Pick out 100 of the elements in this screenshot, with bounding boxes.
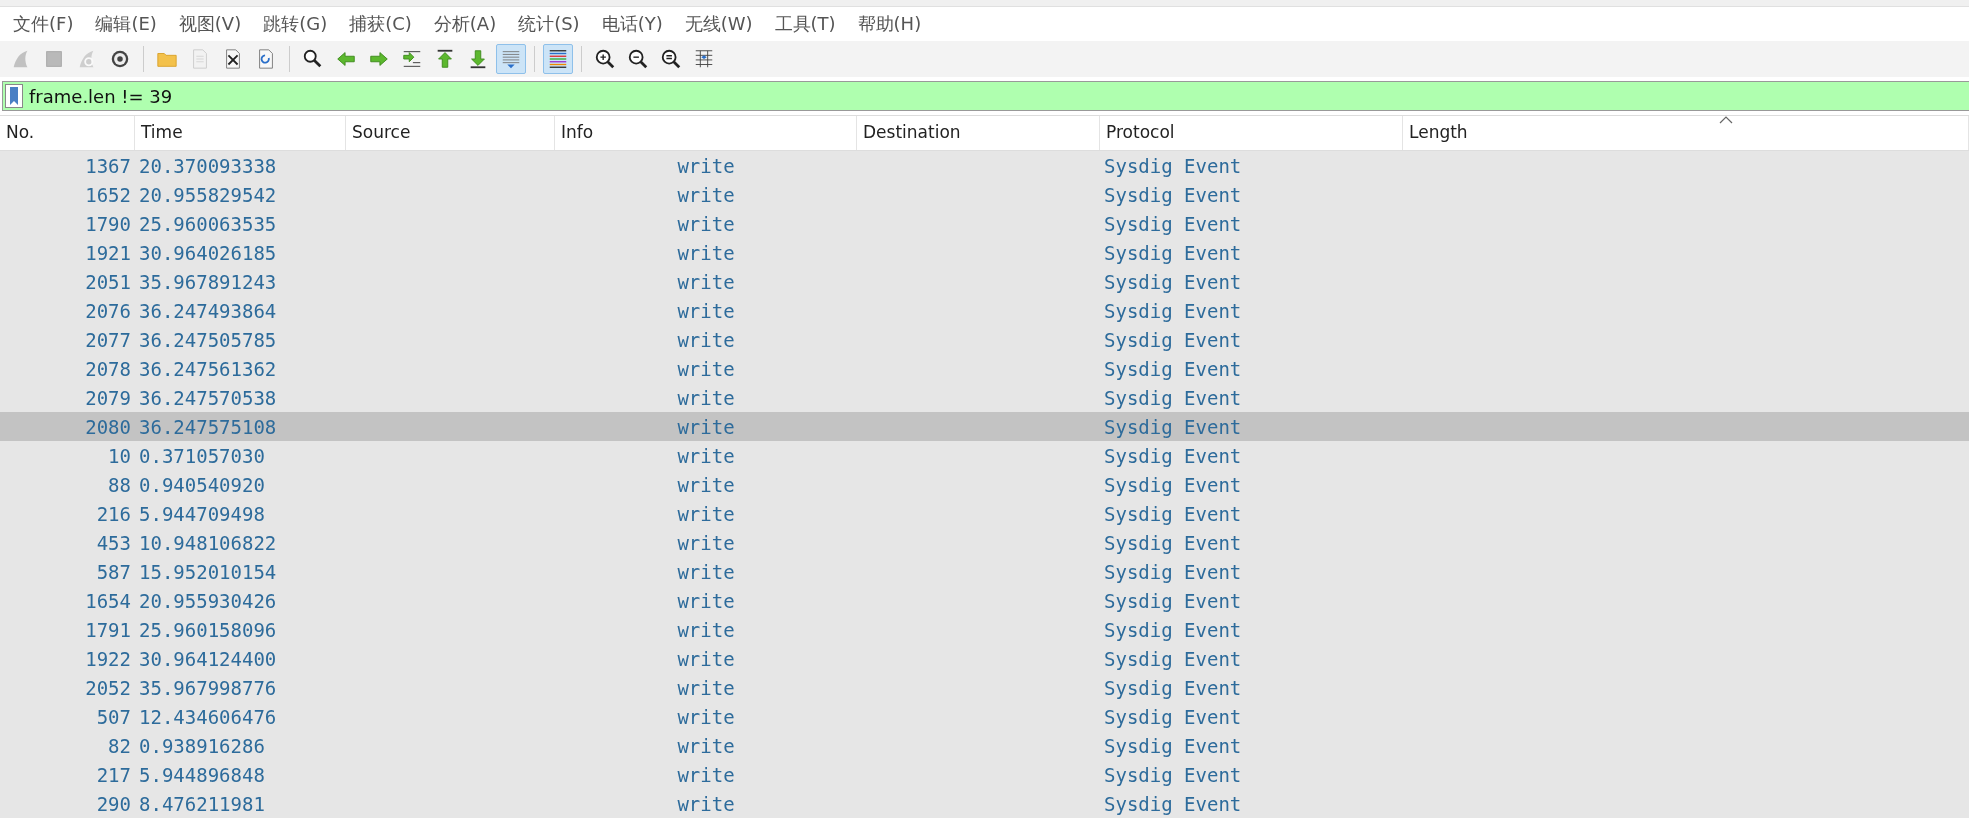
display-filter-field[interactable]: frame.len != 39 [2, 81, 1969, 111]
packet-row[interactable]: 2051 35.967891243 write Sysdig Event [0, 267, 1969, 296]
table-cell-text: write [676, 241, 736, 264]
packet-row[interactable]: 453 10.948106822 write Sysdig Event [0, 528, 1969, 557]
table-cell-text: write [676, 502, 736, 525]
table-cell-text: Sysdig Event [1103, 154, 1243, 177]
table-cell-text: Sysdig Event [1103, 589, 1243, 612]
table-cell-text: 2079 [84, 386, 132, 409]
table-cell-text: 10.948106822 [138, 531, 278, 554]
packet-row[interactable]: 1921 30.964026185 write Sysdig Event [0, 238, 1969, 267]
menu-item[interactable]: 跳转(G) [256, 12, 335, 36]
menu-item[interactable]: 编辑(E) [88, 12, 164, 36]
table-cell-text: write [676, 328, 736, 351]
colored-lines-icon[interactable] [543, 44, 573, 74]
packet-row[interactable]: 2076 36.247493864 write Sysdig Event [0, 296, 1969, 325]
lines-icon[interactable] [496, 44, 526, 74]
table-cell-text: write [676, 647, 736, 670]
table-cell-text: write [676, 705, 736, 728]
packet-row[interactable]: 2052 35.967998776 write Sysdig Event [0, 673, 1969, 702]
table-cell-text: write [676, 386, 736, 409]
table-cell-text: 2078 [84, 357, 132, 380]
table-cell-text: write [676, 357, 736, 380]
menu-item[interactable]: 帮助(H) [850, 12, 929, 36]
table-cell-text: 1790 [84, 212, 132, 235]
column-header[interactable]: Info [555, 116, 857, 150]
menu-item[interactable]: 统计(S) [511, 12, 587, 36]
table-cell-text: 30.964124400 [138, 647, 278, 670]
menu-item[interactable]: 捕获(C) [342, 12, 419, 36]
table-cell-text: Sysdig Event [1103, 270, 1243, 293]
packet-row[interactable]: 2077 36.247505785 write Sysdig Event [0, 325, 1969, 354]
table-cell-text: 0.938916286 [138, 734, 266, 757]
table-cell-text: Sysdig Event [1103, 183, 1243, 206]
packet-row[interactable]: 2080 36.247575108 write Sysdig Event [0, 412, 1969, 441]
table-cell-text: write [676, 473, 736, 496]
column-header[interactable]: No. [0, 116, 135, 150]
packet-row[interactable]: 290 8.476211981 write Sysdig Event [0, 789, 1969, 818]
menu-item[interactable]: 工具(T) [767, 12, 843, 36]
packet-row[interactable]: 1790 25.960063535 write Sysdig Event [0, 209, 1969, 238]
table-cell-text: Sysdig Event [1103, 531, 1243, 554]
table-cell-text: write [676, 618, 736, 641]
packet-row[interactable]: 1367 20.370093338 write Sysdig Event [0, 151, 1969, 180]
table-cell-text: 36.247493864 [138, 299, 278, 322]
table-cell-text: 20.370093338 [138, 154, 278, 177]
table-cell-text: 5.944896848 [138, 763, 266, 786]
table-cell-text: Sysdig Event [1103, 647, 1243, 670]
column-header[interactable]: Length [1403, 116, 1969, 150]
table-cell-text: write [676, 299, 736, 322]
table-cell-text: write [676, 154, 736, 177]
table-cell-text: write [676, 560, 736, 583]
packet-row[interactable]: 1654 20.955930426 write Sysdig Event [0, 586, 1969, 615]
column-header[interactable]: Protocol [1100, 116, 1403, 150]
table-cell-text: write [676, 589, 736, 612]
table-cell-text: Sysdig Event [1103, 212, 1243, 235]
packet-row[interactable]: 1652 20.955829542 write Sysdig Event [0, 180, 1969, 209]
bookmark-icon[interactable] [5, 84, 23, 108]
table-cell-text: 2052 [84, 676, 132, 699]
table-cell-text: 10 [107, 444, 132, 467]
table-cell-text: 2077 [84, 328, 132, 351]
table-cell-text: 82 [107, 734, 132, 757]
packet-row[interactable]: 1922 30.964124400 write Sysdig Event [0, 644, 1969, 673]
packet-row[interactable]: 10 0.371057030 write Sysdig Event [0, 441, 1969, 470]
menu-item[interactable]: 视图(V) [171, 12, 249, 36]
packet-row[interactable]: 82 0.938916286 write Sysdig Event [0, 731, 1969, 760]
table-cell-text: 0.371057030 [138, 444, 266, 467]
table-cell-text: write [676, 415, 736, 438]
column-header[interactable]: Time [135, 116, 346, 150]
table-cell-text: 36.247505785 [138, 328, 278, 351]
menu-item[interactable]: 文件(F) [6, 12, 81, 36]
packet-row[interactable]: 217 5.944896848 write Sysdig Event [0, 760, 1969, 789]
packet-row[interactable]: 587 15.952010154 write Sysdig Event [0, 557, 1969, 586]
table-cell-text: 1367 [84, 154, 132, 177]
table-cell-text: Sysdig Event [1103, 386, 1243, 409]
table-cell-text: write [676, 676, 736, 699]
table-cell-text: Sysdig Event [1103, 792, 1243, 815]
table-cell-text: Sysdig Event [1103, 415, 1243, 438]
table-cell-text: 5.944709498 [138, 502, 266, 525]
table-cell-text: write [676, 763, 736, 786]
packet-row[interactable]: 88 0.940540920 write Sysdig Event [0, 470, 1969, 499]
packet-row[interactable]: 2079 36.247570538 write Sysdig Event [0, 383, 1969, 412]
table-cell-text: 35.967998776 [138, 676, 278, 699]
table-cell-text: write [676, 183, 736, 206]
table-cell-text: Sysdig Event [1103, 473, 1243, 496]
menu-item[interactable]: 无线(W) [677, 12, 760, 36]
column-header[interactable]: Destination [857, 116, 1100, 150]
table-cell-text: 507 [95, 705, 132, 728]
packet-row[interactable]: 2078 36.247561362 write Sysdig Event [0, 354, 1969, 383]
table-cell-text: Sysdig Event [1103, 560, 1243, 583]
column-header[interactable]: Source [346, 116, 555, 150]
packet-row[interactable]: 216 5.944709498 write Sysdig Event [0, 499, 1969, 528]
table-cell-text: 15.952010154 [138, 560, 278, 583]
table-cell-text: 25.960063535 [138, 212, 278, 235]
table-cell-text: 2080 [84, 415, 132, 438]
packet-row[interactable]: 507 12.434606476 write Sysdig Event [0, 702, 1969, 731]
table-cell-text: 8.476211981 [138, 792, 266, 815]
menu-item[interactable]: 电话(Y) [594, 12, 670, 36]
menu-item[interactable]: 分析(A) [426, 12, 504, 36]
table-cell-text: 20.955930426 [138, 589, 278, 612]
table-cell-text: write [676, 792, 736, 815]
packet-row[interactable]: 1791 25.960158096 write Sysdig Event [0, 615, 1969, 644]
table-cell-text: write [676, 531, 736, 554]
